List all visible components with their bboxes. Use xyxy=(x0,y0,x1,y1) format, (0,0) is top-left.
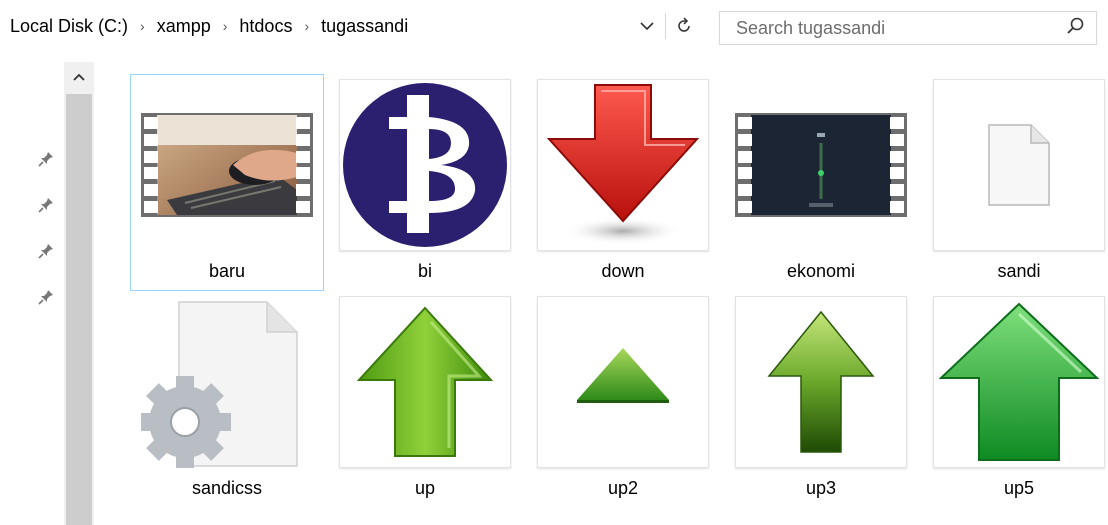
file-name: baru xyxy=(208,261,246,281)
breadcrumb-xampp[interactable]: xampp xyxy=(153,16,215,37)
file-item-down[interactable]: down xyxy=(526,74,720,291)
file-item-up3[interactable]: up3 xyxy=(724,291,918,508)
breadcrumb-htdocs[interactable]: htdocs xyxy=(235,16,296,37)
address-divider xyxy=(665,13,666,39)
file-name: sandicss xyxy=(191,478,263,498)
arrow-up-icon xyxy=(577,348,669,403)
file-item-up5[interactable]: up5 xyxy=(922,291,1108,508)
scroll-up-icon[interactable] xyxy=(64,64,94,90)
pin-icon[interactable] xyxy=(36,242,56,288)
file-item-ekonomi[interactable]: ekonomi xyxy=(724,74,918,291)
breadcrumb-separator-icon[interactable]: › xyxy=(296,18,317,34)
nav-scrollbar[interactable] xyxy=(64,62,94,525)
quick-access-pins xyxy=(36,150,56,334)
file-name: bi xyxy=(417,261,432,281)
pin-icon[interactable] xyxy=(36,196,56,242)
address-bar[interactable]: Local Disk (C:) › xampp › htdocs › tugas… xyxy=(6,8,696,44)
image-thumbnail xyxy=(339,79,511,251)
image-thumbnail xyxy=(537,79,709,251)
image-thumbnail xyxy=(537,296,709,468)
file-grid: baru bi down ekonomi sandi sandicss up u… xyxy=(130,74,1105,508)
refresh-icon[interactable] xyxy=(672,17,696,35)
file-item-sandicss[interactable]: sandicss xyxy=(130,291,324,508)
chevron-down-icon[interactable] xyxy=(635,21,659,31)
file-name: up3 xyxy=(805,478,837,498)
file-thumbnail xyxy=(933,79,1105,251)
search-input[interactable]: Search tugassandi xyxy=(736,18,1066,39)
image-thumbnail xyxy=(339,296,511,468)
bi-logo-icon xyxy=(343,83,507,247)
file-name: down xyxy=(601,261,645,281)
filmstrip-icon xyxy=(141,113,313,217)
breadcrumb-local-disk[interactable]: Local Disk (C:) xyxy=(6,16,132,37)
image-thumbnail xyxy=(933,296,1105,468)
search-icon[interactable] xyxy=(1066,16,1086,41)
video-thumbnail xyxy=(141,79,313,251)
blank-file-icon xyxy=(988,124,1050,206)
arrow-up-icon xyxy=(767,310,875,453)
breadcrumb-separator-icon[interactable]: › xyxy=(215,18,236,34)
image-thumbnail xyxy=(735,296,907,468)
file-thumbnail xyxy=(141,296,313,468)
arrow-down-icon xyxy=(546,84,700,245)
breadcrumb-separator-icon[interactable]: › xyxy=(132,18,153,34)
settings-file-icon xyxy=(141,301,298,468)
file-item-baru[interactable]: baru xyxy=(130,74,324,291)
file-item-bi[interactable]: bi xyxy=(328,74,522,291)
pin-icon[interactable] xyxy=(36,288,56,334)
file-item-up[interactable]: up xyxy=(328,291,522,508)
breadcrumb-tugassandi[interactable]: tugassandi xyxy=(317,16,412,37)
file-item-up2[interactable]: up2 xyxy=(526,291,720,508)
file-name: sandi xyxy=(997,261,1041,281)
file-name: up2 xyxy=(607,478,639,498)
file-name: ekonomi xyxy=(786,261,856,281)
file-name: up5 xyxy=(1003,478,1035,498)
arrow-up-icon xyxy=(356,306,494,457)
filmstrip-icon xyxy=(735,113,907,217)
scrollbar-thumb[interactable] xyxy=(66,94,92,525)
pin-icon[interactable] xyxy=(36,150,56,196)
video-thumbnail xyxy=(735,79,907,251)
arrow-up-icon xyxy=(938,302,1100,461)
search-box[interactable]: Search tugassandi xyxy=(719,11,1097,45)
file-item-sandi[interactable]: sandi xyxy=(922,74,1108,291)
file-name: up xyxy=(414,478,436,498)
